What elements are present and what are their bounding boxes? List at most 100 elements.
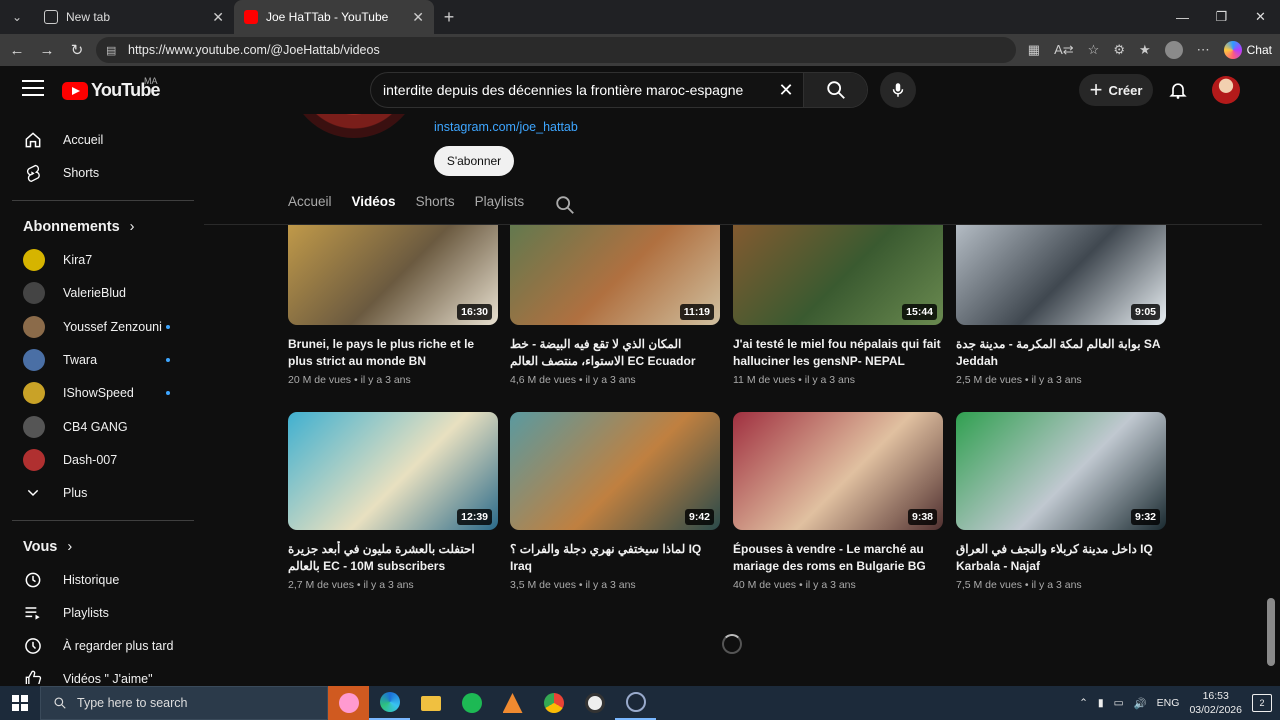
reload-icon[interactable]: ↻ — [62, 41, 92, 59]
back-icon[interactable]: ← — [2, 42, 32, 59]
taskbar-edge-icon[interactable] — [369, 686, 410, 720]
volume-icon[interactable]: 🔊 — [1134, 697, 1147, 710]
sidebar-item-home[interactable]: Accueil — [12, 124, 184, 156]
close-tab-icon[interactable]: ✕ — [212, 9, 224, 26]
subscription-item[interactable]: CB4 GANG — [12, 411, 184, 443]
subscription-item[interactable]: Kira7 — [12, 244, 184, 276]
translate-icon[interactable]: A⇄ — [1054, 42, 1074, 58]
taskbar-file-explorer-icon[interactable] — [410, 686, 451, 720]
apps-icon[interactable]: ▦ — [1028, 42, 1040, 58]
subscription-item[interactable]: Youssef Zenzouni — [12, 311, 184, 343]
battery-icon[interactable]: ▮ — [1098, 697, 1104, 709]
menu-icon[interactable] — [22, 80, 44, 101]
you-header[interactable]: Vous › — [23, 539, 72, 555]
video-thumbnail[interactable]: 9:42 — [510, 412, 720, 530]
video-card[interactable]: 9:42 لماذا سيختفي نهري دجلة والفرات ؟ IQ … — [510, 412, 720, 591]
video-title[interactable]: Brunei, le pays le plus riche et le plus… — [288, 336, 498, 370]
url-field[interactable]: ▤ https://www.youtube.com/@JoeHattab/vid… — [96, 37, 1016, 63]
favorites-icon[interactable]: ★ — [1139, 42, 1151, 58]
taskbar-app-icon[interactable] — [492, 686, 533, 720]
video-card[interactable]: 15:44 J'ai testé le miel fou népalais qui… — [733, 225, 943, 386]
sidebar-item-history[interactable]: Historique — [12, 564, 184, 596]
site-info-icon[interactable]: ▤ — [106, 44, 120, 57]
chat-label: Chat — [1246, 43, 1272, 57]
video-thumbnail[interactable]: 15:44 — [733, 225, 943, 325]
video-thumbnail[interactable]: 9:38 — [733, 412, 943, 530]
minimize-icon[interactable]: — — [1163, 0, 1202, 34]
video-title[interactable]: داخل مدينة كربلاء والنجف في العراق IQ Ka… — [956, 541, 1166, 575]
forward-icon[interactable]: → — [32, 42, 62, 59]
network-icon[interactable]: ▭ — [1114, 697, 1124, 709]
search-button[interactable] — [803, 73, 867, 107]
extensions-icon[interactable]: ⚙ — [1113, 42, 1125, 58]
taskbar-chrome-icon[interactable] — [533, 686, 574, 720]
youtube-logo[interactable]: YouTube MA — [62, 76, 161, 101]
taskbar-spotify-icon[interactable] — [451, 686, 492, 720]
clock[interactable]: 16:53 03/02/2026 — [1189, 689, 1242, 717]
channel-link[interactable]: instagram.com/joe_hattab — [434, 120, 578, 134]
video-thumbnail[interactable]: 11:19 — [510, 225, 720, 325]
video-card[interactable]: 9:38 Épouses à vendre - Le marché au mari… — [733, 412, 943, 591]
video-title[interactable]: بوابة العالم لمكة المكرمة - مدينة جدة SA… — [956, 336, 1166, 370]
video-card[interactable]: 9:32 داخل مدينة كربلاء والنجف في العراق I… — [956, 412, 1166, 591]
sidebar-item-liked[interactable]: Vidéos " J'aime" — [12, 663, 184, 684]
tab-playlists[interactable]: Playlists — [475, 194, 525, 216]
taskbar-steam-icon[interactable] — [615, 686, 656, 720]
video-age: il y a 3 ans — [363, 579, 414, 591]
subscription-item[interactable]: Twara — [12, 344, 184, 376]
more-menu-icon[interactable]: ⋯ — [1197, 42, 1210, 58]
video-meta: 7,5 M de vues • il y a 3 ans — [956, 579, 1166, 591]
notifications-icon[interactable]: 2 — [1252, 694, 1272, 712]
tab-actions-chevron-icon[interactable]: ⌄ — [0, 0, 34, 34]
video-thumbnail[interactable]: 16:30 — [288, 225, 498, 325]
tab-home[interactable]: Accueil — [288, 194, 332, 216]
tab-videos[interactable]: Vidéos — [352, 194, 396, 216]
tab-new-tab[interactable]: New tab ✕ — [34, 0, 234, 34]
video-card[interactable]: 9:05 بوابة العالم لمكة المكرمة - مدينة جد… — [956, 225, 1166, 386]
maximize-icon[interactable]: ❐ — [1202, 0, 1241, 34]
video-title[interactable]: J'ai testé le miel fou népalais qui fait… — [733, 336, 943, 370]
tab-youtube[interactable]: Joe HaTTab - YouTube ✕ — [234, 0, 434, 34]
taskbar-app-widget-icon[interactable] — [328, 686, 369, 720]
subscription-item[interactable]: ValerieBlud — [12, 277, 184, 309]
taskbar-app-icon[interactable] — [574, 686, 615, 720]
channel-search-icon[interactable] — [554, 194, 576, 216]
video-thumbnail[interactable]: 9:05 — [956, 225, 1166, 325]
subscription-item[interactable]: Dash-007 — [12, 444, 184, 476]
close-window-icon[interactable]: ✕ — [1241, 0, 1280, 34]
notifications-bell-icon[interactable] — [1166, 78, 1190, 102]
video-card[interactable]: 11:19 المكان الذي لا تقع فيه البيضة - خط … — [510, 225, 720, 386]
sidebar-item-playlists[interactable]: Playlists — [12, 597, 184, 629]
subscribe-button[interactable]: S'abonner — [434, 146, 514, 176]
sidebar-item-shorts[interactable]: Shorts — [12, 157, 184, 189]
taskbar-search-input[interactable]: Type here to search — [40, 686, 328, 720]
new-tab-button[interactable]: + — [434, 7, 464, 28]
tray-chevron-up-icon[interactable]: ⌃ — [1079, 697, 1088, 709]
video-title[interactable]: لماذا سيختفي نهري دجلة والفرات ؟ IQ Iraq — [510, 541, 720, 575]
favorite-star-icon[interactable]: ☆ — [1088, 42, 1100, 58]
subscriptions-header[interactable]: Abonnements › — [23, 219, 135, 235]
video-card[interactable]: 16:30 Brunei, le pays le plus riche et le… — [288, 225, 498, 386]
video-thumbnail[interactable]: 9:32 — [956, 412, 1166, 530]
clear-search-icon[interactable]: ✕ — [769, 80, 803, 101]
sidebar-item-watch-later[interactable]: À regarder plus tard — [12, 630, 184, 662]
video-title[interactable]: المكان الذي لا تقع فيه البيضة - خط الاست… — [510, 336, 720, 370]
voice-search-button[interactable] — [880, 72, 916, 108]
profile-avatar[interactable] — [1164, 41, 1183, 59]
language-indicator[interactable]: ENG — [1157, 697, 1180, 709]
video-title[interactable]: احتفلت بالعشرة مليون في أبعد جزيرة بالعا… — [288, 541, 498, 575]
search-input[interactable]: interdite depuis des décennies la fronti… — [371, 82, 769, 98]
copilot-chat-button[interactable]: Chat — [1223, 41, 1272, 59]
video-title[interactable]: Épouses à vendre - Le marché au mariage … — [733, 541, 943, 575]
tab-shorts[interactable]: Shorts — [416, 194, 455, 216]
video-card[interactable]: 12:39 احتفلت بالعشرة مليون في أبعد جزيرة … — [288, 412, 498, 591]
subscription-item[interactable]: IShowSpeed — [12, 377, 184, 409]
sidebar-item-more[interactable]: Plus — [12, 477, 184, 509]
scrollbar-thumb[interactable] — [1267, 598, 1275, 666]
page-scrollbar[interactable] — [1262, 66, 1280, 684]
video-thumbnail[interactable]: 12:39 — [288, 412, 498, 530]
windows-start-icon[interactable] — [0, 686, 40, 720]
account-avatar[interactable] — [1212, 76, 1240, 104]
close-tab-icon[interactable]: ✕ — [412, 9, 424, 26]
create-button[interactable]: + Créer — [1079, 74, 1153, 106]
